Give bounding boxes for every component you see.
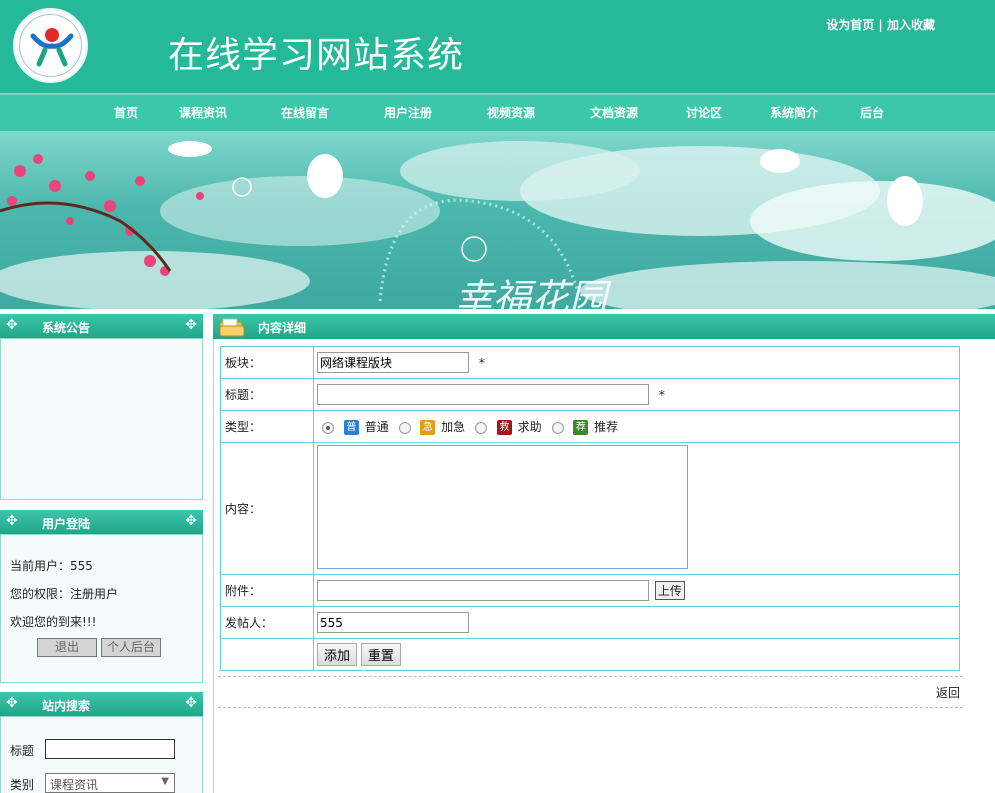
- main-nav: 首页 课程资讯 在线留言 用户注册 视频资源 文档资源 讨论区 系统简介 后台: [0, 93, 995, 131]
- title-input[interactable]: [317, 384, 649, 405]
- logout-button[interactable]: 退出: [37, 638, 97, 657]
- type-recommend-label: 推荐: [594, 420, 619, 434]
- site-title: 在线学习网站系统: [168, 35, 465, 76]
- add-favorite-link[interactable]: 加入收藏: [887, 18, 935, 32]
- search-title-label: 标题: [10, 744, 35, 758]
- attachment-input[interactable]: [317, 580, 649, 601]
- nav-item-videos[interactable]: 视频资源: [487, 104, 535, 121]
- search-panel-header: ✥ 站内搜索 ✥: [0, 692, 203, 716]
- poster-label: 发帖人：: [220, 606, 314, 639]
- notice-panel-body: [0, 338, 203, 500]
- search-category-select[interactable]: 课程资讯 ▼: [45, 773, 175, 793]
- required-mark: *: [658, 387, 665, 402]
- poster-input[interactable]: [317, 612, 469, 633]
- title-label: 标题：: [220, 378, 314, 411]
- dropdown-arrow-icon: ▼: [161, 776, 169, 787]
- folder-icon: [219, 318, 245, 337]
- content-panel-title: 内容详细: [258, 321, 307, 335]
- upload-button[interactable]: 上传: [654, 580, 685, 600]
- divider-bottom: [218, 707, 963, 708]
- nav-item-register[interactable]: 用户注册: [384, 104, 432, 121]
- welcome-text: 欢迎您的到来!!!: [10, 615, 97, 629]
- type-label: 类型：: [220, 410, 314, 443]
- nav-item-messages[interactable]: 在线留言: [281, 104, 329, 121]
- ornament-right-icon: ✥: [185, 695, 197, 711]
- attachment-label: 附件：: [220, 574, 314, 607]
- search-category-label: 类别: [10, 778, 35, 792]
- permission-text: 您的权限：注册用户: [10, 587, 119, 601]
- nav-item-about[interactable]: 系统简介: [770, 104, 818, 121]
- ornament-right-icon: ✥: [185, 317, 197, 333]
- login-panel-title: 用户登陆: [42, 517, 91, 531]
- content-label: 内容：: [220, 442, 314, 575]
- type-radio-recommend[interactable]: [551, 421, 564, 434]
- board-input[interactable]: [317, 352, 469, 373]
- ornament-left-icon: ✥: [6, 513, 18, 529]
- nav-item-forum[interactable]: 讨论区: [686, 104, 722, 121]
- ornament-left-icon: ✥: [6, 695, 18, 711]
- notice-panel-header: ✥ 系统公告 ✥: [0, 314, 203, 338]
- reset-button[interactable]: 重置: [360, 643, 401, 666]
- add-button[interactable]: 添加: [317, 643, 358, 666]
- empty-cell: [220, 638, 314, 671]
- nav-item-home[interactable]: 首页: [114, 104, 138, 121]
- site-header: 在线学习网站系统 设为首页 | 加入收藏: [0, 0, 995, 93]
- type-normal-label: 普通: [364, 420, 389, 434]
- post-form-table: 板块： * 标题： * 类型： 普 普通 急 加急 救 求助 荐 推荐 内容: [220, 346, 960, 671]
- required-mark: *: [478, 356, 485, 370]
- recommend-tag-icon: 荐: [573, 420, 589, 435]
- ornament-left-icon: ✥: [6, 317, 18, 333]
- login-panel-header: ✥ 用户登陆 ✥: [0, 510, 203, 534]
- notice-panel-title: 系统公告: [42, 321, 91, 335]
- banner-image: 幸福花园: [0, 131, 995, 309]
- type-radio-urgent[interactable]: [398, 421, 411, 434]
- type-radio-normal[interactable]: [322, 421, 334, 434]
- type-urgent-label: 加急: [441, 420, 466, 434]
- current-user-text: 当前用户：555: [10, 559, 93, 573]
- top-links-separator: |: [878, 18, 883, 32]
- normal-tag-icon: 普: [343, 420, 359, 435]
- search-panel-title: 站内搜索: [42, 699, 91, 713]
- board-label: 板块：: [220, 346, 314, 379]
- content-panel-header: 内容详细: [213, 314, 995, 339]
- nav-item-documents[interactable]: 文档资源: [590, 104, 638, 121]
- banner-text: 幸福花园: [455, 276, 608, 309]
- urgent-tag-icon: 急: [420, 420, 436, 435]
- back-link[interactable]: 返回: [936, 684, 960, 701]
- help-tag-icon: 救: [496, 420, 512, 435]
- type-help-label: 求助: [517, 420, 542, 434]
- search-title-input[interactable]: [45, 739, 175, 759]
- type-radio-help[interactable]: [475, 421, 487, 434]
- ornament-right-icon: ✥: [185, 513, 197, 529]
- search-category-value: 课程资讯: [50, 778, 99, 792]
- divider-top: [218, 676, 963, 677]
- set-homepage-link[interactable]: 设为首页: [826, 18, 874, 32]
- nav-item-admin[interactable]: 后台: [860, 104, 884, 121]
- nav-item-course-news[interactable]: 课程资讯: [179, 104, 227, 121]
- site-logo: [13, 8, 88, 83]
- content-textarea[interactable]: [317, 445, 688, 569]
- top-links: 设为首页 | 加入收藏: [826, 16, 935, 33]
- personal-backend-button[interactable]: 个人后台: [101, 638, 161, 657]
